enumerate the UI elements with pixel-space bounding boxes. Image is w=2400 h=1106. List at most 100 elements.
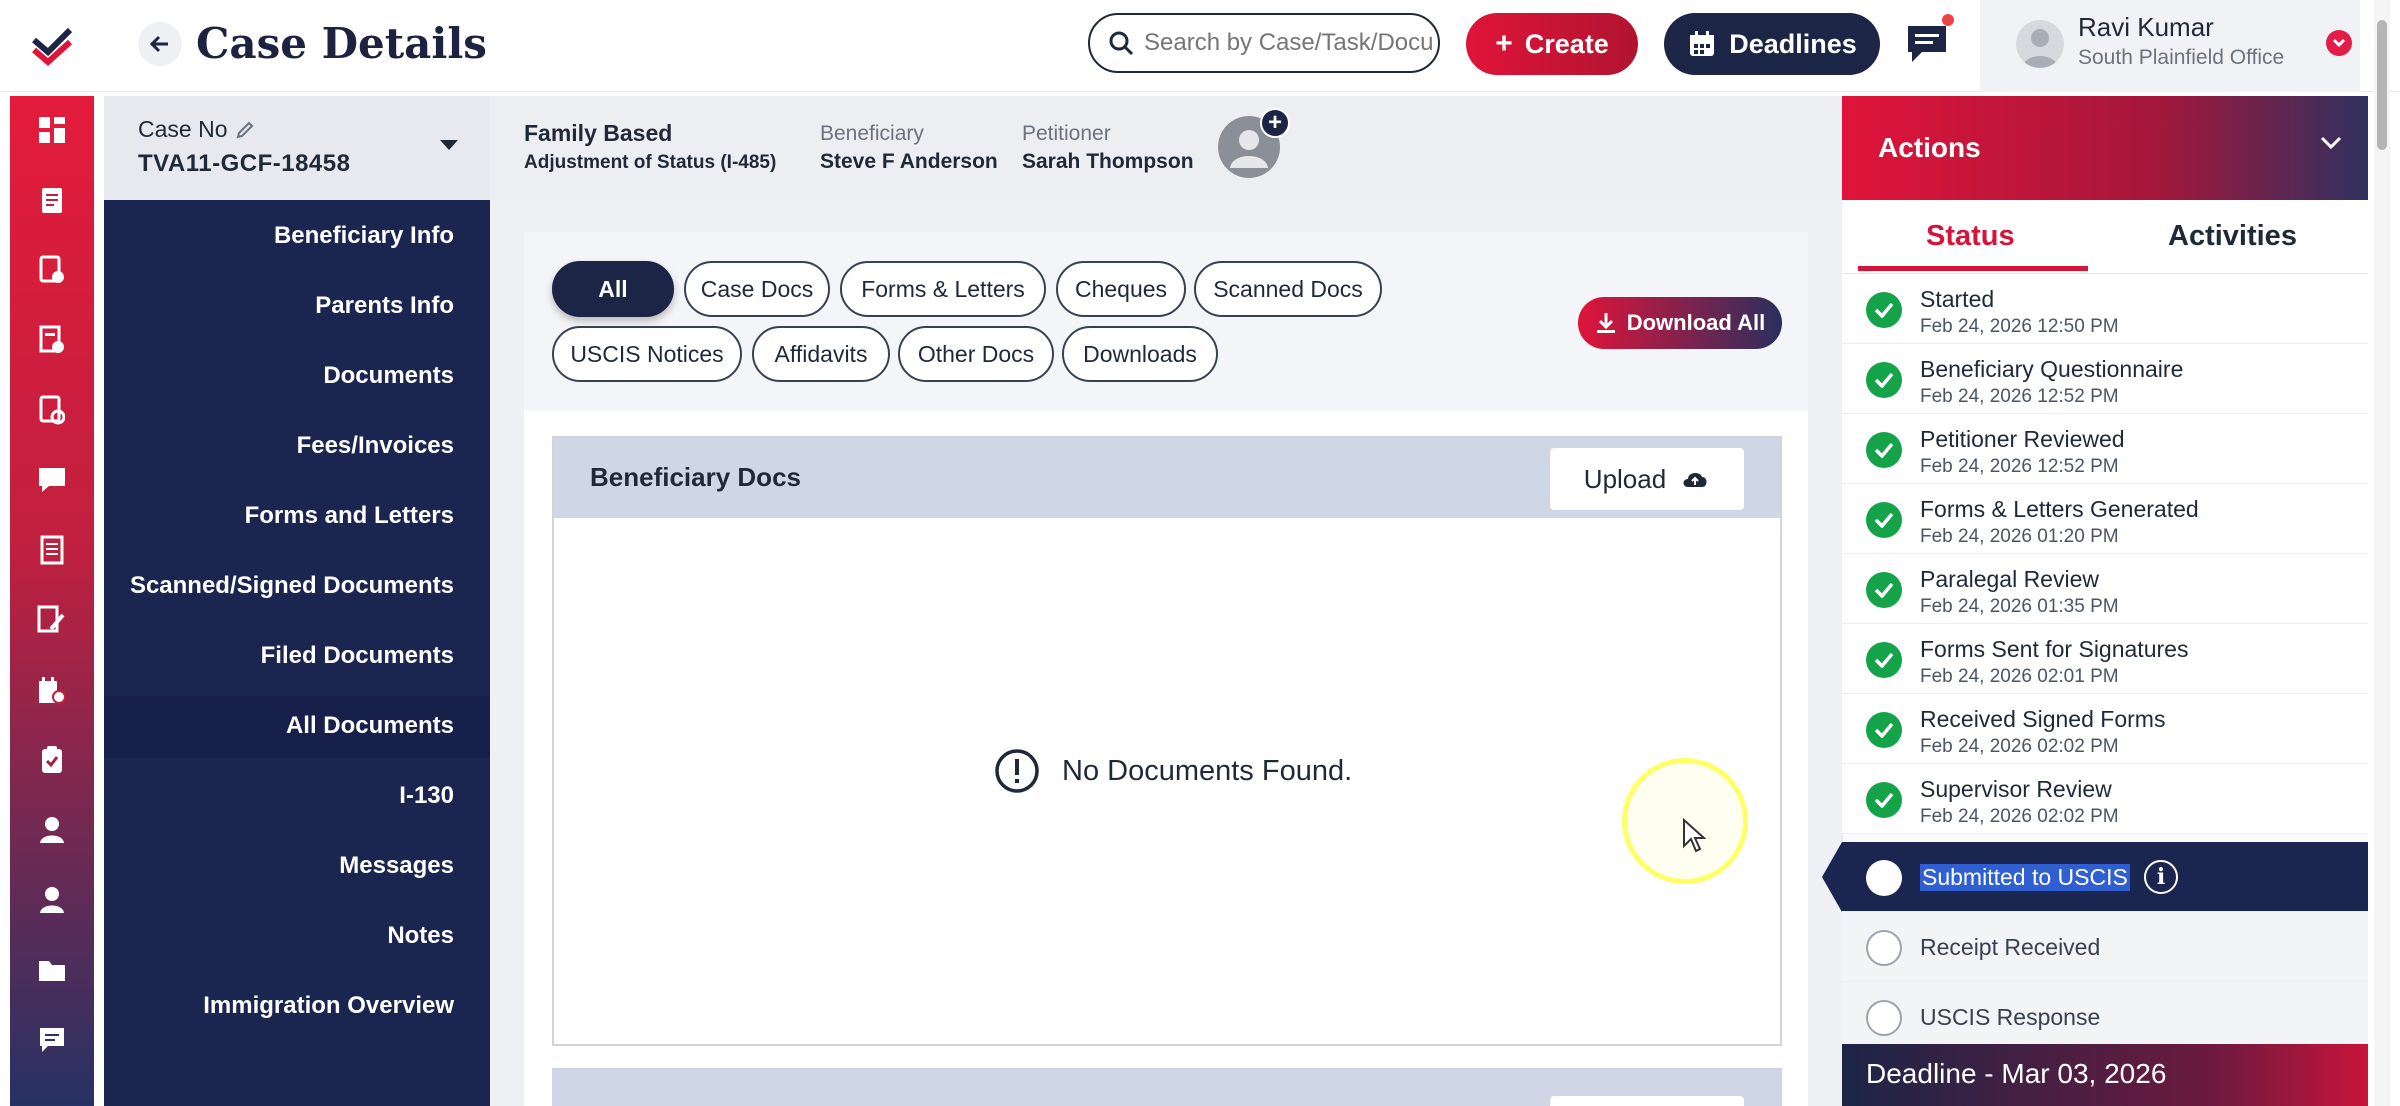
clipboard-icon[interactable] [36, 744, 68, 776]
add-person-button[interactable]: + [1260, 108, 1290, 138]
status-circle-icon [1866, 860, 1902, 896]
case-doc-icon[interactable] [36, 254, 68, 286]
beneficiary-name: Steve F Anderson [820, 150, 998, 173]
nav-item-filed-documents[interactable]: Filed Documents [261, 642, 454, 670]
user-icon[interactable] [36, 814, 68, 846]
chip-all[interactable]: All [552, 261, 674, 317]
nav-item-fees-invoices[interactable]: Fees/Invoices [297, 432, 454, 460]
deadlines-button[interactable]: Deadlines [1664, 13, 1880, 75]
notes-icon[interactable] [36, 1024, 68, 1056]
nav-item-immigration-overview[interactable]: Immigration Overview [203, 992, 454, 1020]
page-scrollbar[interactable] [2374, 0, 2390, 1106]
pencil-icon[interactable] [235, 120, 255, 140]
info-icon[interactable]: i [2144, 860, 2178, 894]
search-input[interactable] [1144, 29, 1434, 57]
chip-affidavits[interactable]: Affidavits [752, 326, 890, 382]
case-selector[interactable]: Case No TVA11-GCF-18458 [104, 96, 490, 200]
nav-item-forms-and-letters[interactable]: Forms and Letters [245, 502, 454, 530]
download-all-button[interactable]: Download All [1578, 297, 1782, 349]
scrollbar-thumb[interactable] [2377, 20, 2387, 150]
status-date: Feb 24, 2026 02:02 PM [1920, 806, 2119, 827]
status-row-current[interactable]: Submitted to USCIS i [1842, 842, 2368, 912]
notification-dot [1942, 14, 1954, 26]
empty-state-message: No Documents Found. [1062, 754, 1353, 787]
status-row[interactable]: Petitioner Reviewed Feb 24, 2026 12:52 P… [1842, 414, 2368, 484]
nav-item-scanned-signed-documents[interactable]: Scanned/Signed Documents [130, 572, 454, 600]
user-avatar-icon [2022, 29, 2058, 68]
message-icon[interactable] [36, 464, 68, 496]
status-row-pending[interactable]: USCIS Response [1842, 982, 2368, 1052]
case-no-label-wrap: Case No [138, 116, 255, 143]
actions-header[interactable]: Actions [1842, 96, 2368, 200]
check-circle-icon [1866, 572, 1902, 608]
tab-status[interactable]: Status [1926, 220, 2015, 253]
forms-icon[interactable] [36, 324, 68, 356]
status-date: Feb 24, 2026 12:52 PM [1920, 456, 2119, 477]
search-icon [1109, 31, 1134, 56]
back-button[interactable] [138, 22, 182, 66]
search-field[interactable] [1088, 13, 1440, 73]
status-row[interactable]: Paralegal Review Feb 24, 2026 01:35 PM [1842, 554, 2368, 624]
status-label: Forms Sent for Signatures [1920, 636, 2189, 662]
status-row[interactable]: Received Signed Forms Feb 24, 2026 02:02… [1842, 694, 2368, 764]
check-circle-icon [1866, 782, 1902, 818]
nav-item-documents[interactable]: Documents [323, 362, 454, 390]
nav-item-messages[interactable]: Messages [339, 852, 454, 880]
nav-item-parents-info[interactable]: Parents Info [315, 292, 454, 320]
status-row[interactable]: Started Feb 24, 2026 12:50 PM [1842, 274, 2368, 344]
status-label: Supervisor Review [1920, 776, 2112, 802]
chevron-down-icon[interactable] [2318, 134, 2344, 152]
chip-other-docs[interactable]: Other Docs [898, 326, 1054, 382]
beneficiary-docs-header: Beneficiary Docs Upload [554, 438, 1780, 518]
chip-uscis-notices[interactable]: USCIS Notices [552, 326, 742, 382]
messages-button[interactable] [1902, 14, 1954, 68]
folder-icon[interactable] [36, 954, 68, 986]
create-button[interactable]: + Create [1466, 13, 1638, 75]
beneficiary-docs-card: Beneficiary Docs Upload [552, 436, 1782, 1046]
chevron-down-icon[interactable] [2326, 30, 2352, 56]
status-row-pending[interactable]: Receipt Received [1842, 912, 2368, 982]
create-button-label: Create [1524, 28, 1609, 59]
chip-case-docs[interactable]: Case Docs [684, 261, 830, 317]
invoice-icon[interactable] [36, 394, 68, 426]
icon-rail [10, 96, 94, 1106]
actions-title: Actions [1878, 132, 1981, 163]
status-date: Feb 24, 2026 02:02 PM [1920, 736, 2119, 757]
user-office: South Plainfield Office [2078, 46, 2285, 69]
status-row[interactable]: Forms Sent for Signatures Feb 24, 2026 0… [1842, 624, 2368, 694]
upload-label: Upload [1583, 463, 1667, 494]
status-label: Beneficiary Questionnaire [1920, 356, 2184, 382]
cases-icon[interactable] [36, 184, 68, 216]
status-label: Started [1920, 286, 1995, 312]
actions-tabs: Status Activities [1842, 200, 2368, 274]
chip-downloads[interactable]: Downloads [1062, 326, 1218, 382]
empty-state: No Documents Found. [994, 748, 1352, 794]
app-logo[interactable] [0, 0, 104, 92]
calendar-doc-icon[interactable] [36, 674, 68, 706]
petitioner-name: Sarah Thompson [1022, 150, 1194, 173]
tab-activities[interactable]: Activities [2168, 220, 2297, 253]
chip-scanned-docs[interactable]: Scanned Docs [1194, 261, 1382, 317]
upload-button[interactable]: Upload [1550, 448, 1744, 510]
check-circle-icon [1866, 502, 1902, 538]
chip-forms-letters[interactable]: Forms & Letters [840, 261, 1046, 317]
status-date: Feb 24, 2026 01:20 PM [1920, 526, 2119, 547]
deadline-text: Deadline - Mar 03, 2026 [1866, 1058, 2167, 1089]
next-upload-button-stub[interactable] [1550, 1096, 1744, 1106]
mouse-pointer-icon [1683, 818, 1706, 853]
nav-item-beneficiary-info[interactable]: Beneficiary Info [274, 222, 454, 250]
chip-cheques[interactable]: Cheques [1056, 261, 1186, 317]
status-row[interactable]: Beneficiary Questionnaire Feb 24, 2026 1… [1842, 344, 2368, 414]
status-row[interactable]: Forms & Letters Generated Feb 24, 2026 0… [1842, 484, 2368, 554]
report-icon[interactable] [36, 534, 68, 566]
caret-down-icon[interactable] [440, 140, 458, 150]
arrow-left-icon [149, 35, 168, 53]
user-menu[interactable]: Ravi Kumar South Plainfield Office [1980, 0, 2360, 92]
nav-item-notes[interactable]: Notes [387, 922, 454, 950]
status-row[interactable]: Supervisor Review Feb 24, 2026 02:02 PM [1842, 764, 2368, 834]
contacts-icon[interactable] [36, 884, 68, 916]
edit-doc-icon[interactable] [36, 604, 68, 636]
nav-item-all-documents[interactable]: All Documents [286, 712, 454, 740]
dashboard-icon[interactable] [36, 114, 68, 146]
nav-item-i-130[interactable]: I-130 [399, 782, 454, 810]
